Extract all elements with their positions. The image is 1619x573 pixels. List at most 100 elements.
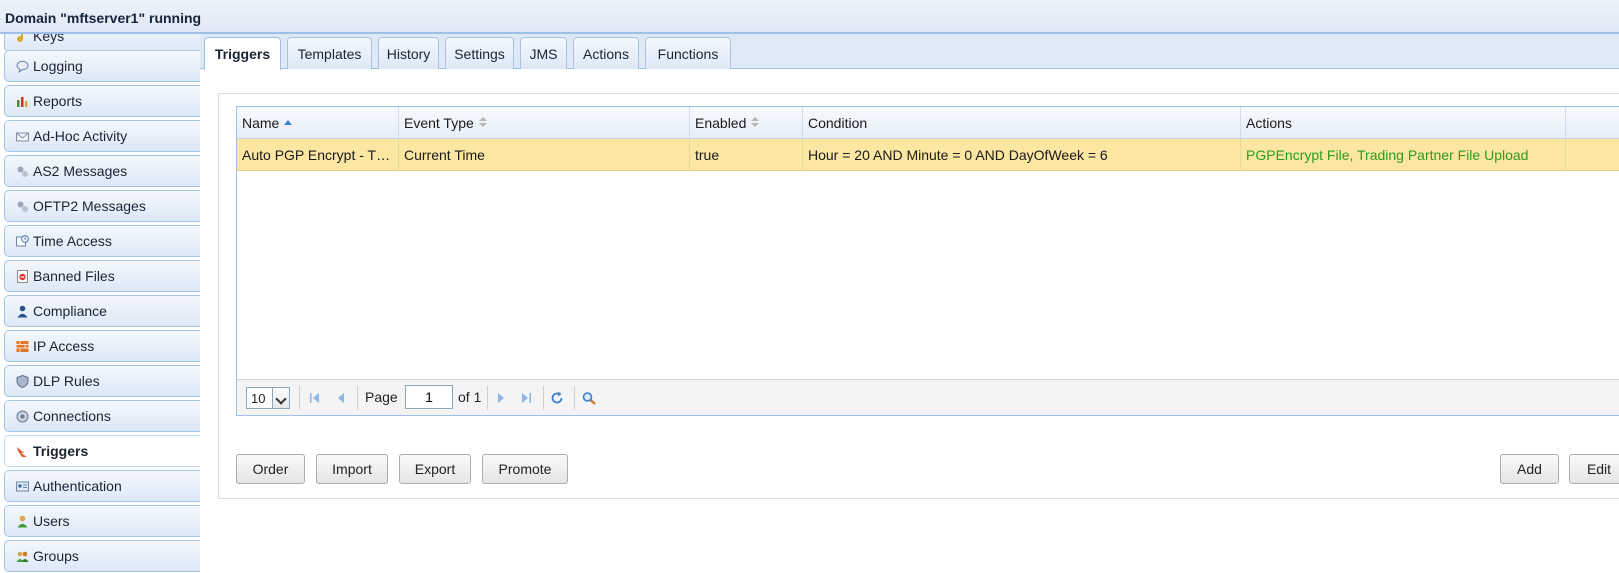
gears-icon — [16, 200, 29, 213]
tab-functions[interactable]: Functions — [645, 37, 731, 69]
chevron-down-icon — [272, 388, 289, 408]
speech-bubble-icon — [16, 60, 29, 73]
order-button[interactable]: Order — [236, 454, 305, 484]
column-header-enabled[interactable]: Enabled — [690, 107, 803, 139]
tab-actions[interactable]: Actions — [573, 37, 639, 69]
tab-triggers[interactable]: Triggers — [204, 37, 281, 70]
toolbar-separator — [574, 386, 575, 410]
column-header-event-type[interactable]: Event Type — [399, 107, 690, 139]
gears-icon — [16, 165, 29, 178]
add-button[interactable]: Add — [1500, 454, 1559, 484]
network-icon — [16, 410, 29, 423]
triggers-grid: Name Event Type Enabled Condition Action… — [236, 106, 1619, 416]
calendar-clock-icon — [16, 234, 29, 248]
sidebar-item-label: Groups — [33, 548, 79, 564]
page-size-select[interactable]: 10 — [246, 387, 290, 409]
sidebar-item-compliance[interactable]: Compliance — [4, 295, 200, 327]
grid-header: Name Event Type Enabled Condition Action… — [237, 107, 1619, 139]
sidebar-item-label: Logging — [33, 58, 83, 74]
cell-event-type: Current Time — [399, 139, 690, 171]
search-icon[interactable] — [581, 389, 597, 407]
sort-icon — [751, 117, 760, 129]
sidebar-item-authentication[interactable]: Authentication — [4, 470, 200, 502]
trigger-icon — [16, 445, 29, 458]
sidebar-item-label: Ad-Hoc Activity — [33, 128, 128, 144]
user-icon — [16, 515, 29, 528]
tab-settings[interactable]: Settings — [445, 37, 514, 69]
shield-icon — [16, 374, 29, 388]
sidebar-item-label: Reports — [33, 93, 83, 109]
edit-button[interactable]: Edit — [1569, 454, 1619, 484]
import-button[interactable]: Import — [316, 454, 388, 484]
last-page-icon[interactable] — [518, 389, 534, 407]
column-header-label: Enabled — [695, 115, 747, 131]
column-header-label: Actions — [1246, 115, 1292, 131]
cell-actions: PGPEncrypt File, Trading Partner File Up… — [1241, 139, 1566, 171]
toolbar-separator — [487, 386, 488, 410]
sidebar-item-banned-files[interactable]: Banned Files — [4, 260, 200, 292]
sidebar-nav: Keys Logging Reports Ad-Hoc Activity AS2… — [0, 34, 200, 573]
sidebar-item-label: IP Access — [33, 338, 95, 354]
cell-condition: Hour = 20 AND Minute = 0 AND DayOfWeek =… — [803, 139, 1241, 171]
bar-chart-icon — [16, 95, 29, 108]
column-header-name[interactable]: Name — [237, 107, 399, 139]
column-header-condition[interactable]: Condition — [803, 107, 1241, 139]
banned-file-icon — [16, 269, 29, 283]
sidebar-item-reports[interactable]: Reports — [4, 85, 200, 117]
pagination-toolbar: 10 Page of 1 — [237, 379, 1619, 415]
column-header-actions[interactable]: Actions — [1241, 107, 1566, 139]
sidebar-item-ad-hoc-activity[interactable]: Ad-Hoc Activity — [4, 120, 200, 152]
sidebar-item-label: Triggers — [33, 443, 89, 459]
toolbar-separator — [357, 386, 358, 410]
column-header-label: Event Type — [404, 115, 474, 131]
key-icon — [16, 34, 29, 43]
cell-name: Auto PGP Encrypt - T… — [237, 139, 399, 171]
column-header-label: Condition — [808, 115, 868, 131]
tab-history[interactable]: History — [378, 37, 439, 69]
person-icon — [16, 305, 29, 318]
sort-icon — [478, 117, 488, 129]
cell-enabled: true — [690, 139, 803, 171]
sidebar-item-label: DLP Rules — [33, 373, 100, 389]
sort-ascending-icon — [284, 117, 293, 129]
refresh-icon[interactable] — [549, 389, 565, 407]
sidebar-item-label: AS2 Messages — [33, 163, 128, 179]
envelope-icon — [16, 130, 29, 143]
next-page-icon[interactable] — [493, 389, 509, 407]
sidebar-item-label: Authentication — [33, 478, 122, 494]
sidebar-item-label: Keys — [33, 34, 65, 44]
sidebar-item-groups[interactable]: Groups — [4, 540, 200, 572]
previous-page-icon[interactable] — [333, 389, 349, 407]
toolbar-separator — [299, 386, 300, 410]
sidebar-item-connections[interactable]: Connections — [4, 400, 200, 432]
page-label: Page — [365, 389, 398, 405]
sidebar-item-label: Users — [33, 513, 70, 529]
sidebar-item-triggers[interactable]: Triggers — [4, 435, 200, 467]
sidebar-item-label: Connections — [33, 408, 111, 424]
users-icon — [16, 550, 29, 563]
table-row[interactable]: Auto PGP Encrypt - T… Current Time true … — [237, 139, 1619, 171]
sidebar-item-time-access[interactable]: Time Access — [4, 225, 200, 257]
sidebar-item-label: Banned Files — [33, 268, 115, 284]
sidebar-item-logging[interactable]: Logging — [4, 50, 200, 82]
sidebar-item-label: OFTP2 Messages — [33, 198, 146, 214]
tab-bar: Triggers Templates History Settings JMS … — [200, 34, 1619, 70]
id-card-icon — [16, 480, 29, 493]
tab-jms[interactable]: JMS — [520, 37, 567, 69]
sidebar-item-users[interactable]: Users — [4, 505, 200, 537]
sidebar-item-label: Time Access — [33, 233, 112, 249]
export-button[interactable]: Export — [399, 454, 471, 484]
sidebar-item-label: Compliance — [33, 303, 107, 319]
first-page-icon[interactable] — [307, 389, 323, 407]
sidebar-item-ip-access[interactable]: IP Access — [4, 330, 200, 362]
sidebar-item-dlp-rules[interactable]: DLP Rules — [4, 365, 200, 397]
page-number-input[interactable] — [405, 385, 453, 409]
page-size-value: 10 — [251, 391, 266, 406]
firewall-icon — [16, 340, 29, 353]
window-title-bar: Domain "mftserver1" running — [0, 0, 1619, 34]
sidebar-item-as2-messages[interactable]: AS2 Messages — [4, 155, 200, 187]
sidebar-item-oftp2-messages[interactable]: OFTP2 Messages — [4, 190, 200, 222]
tab-templates[interactable]: Templates — [287, 37, 372, 69]
promote-button[interactable]: Promote — [482, 454, 568, 484]
toolbar-separator — [543, 386, 544, 410]
